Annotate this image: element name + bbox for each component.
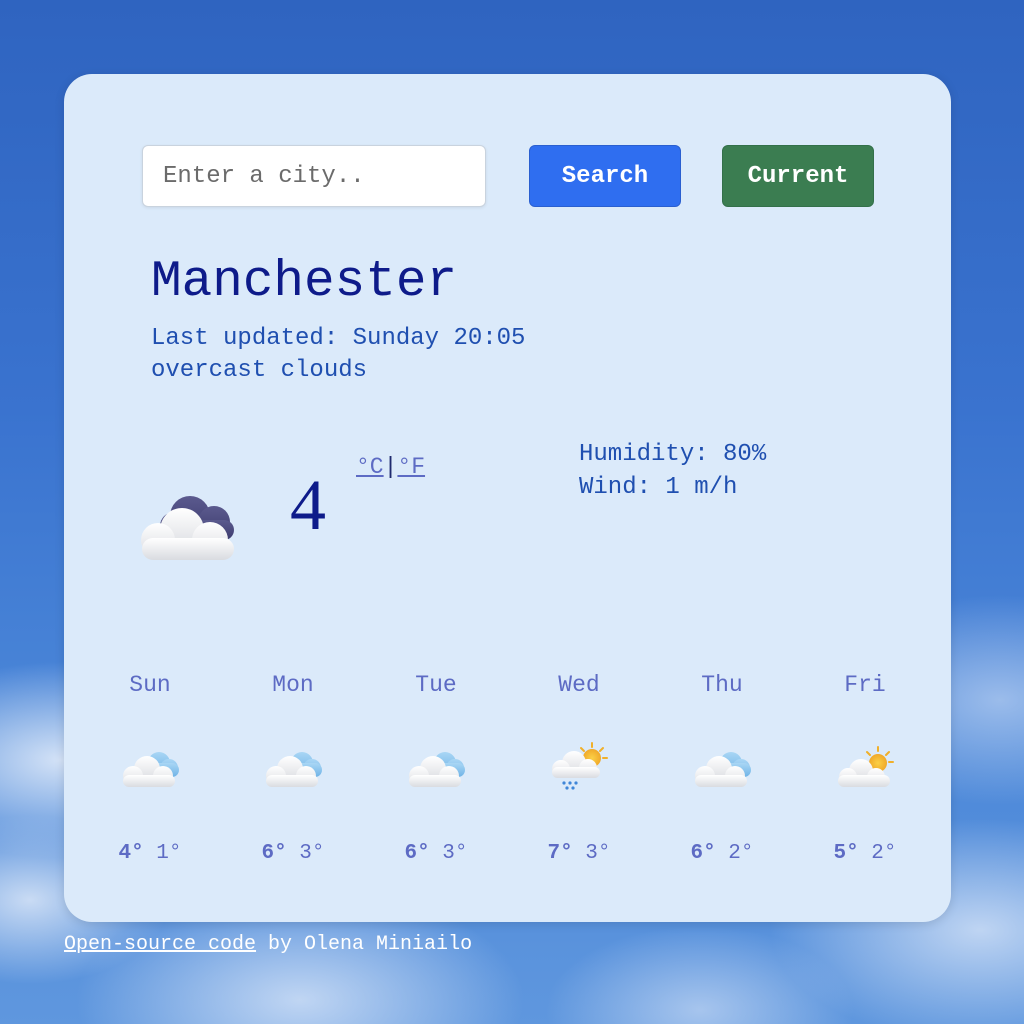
cloudy-icon [262,741,324,791]
cloudy-icon [691,741,753,791]
forecast-max-temp: 4° [118,842,144,865]
author-credit: by Olena Miniailo [256,933,473,956]
forecast-temperatures: 6° 3° [376,843,496,864]
forecast-day: Fri 5° 2° [805,672,925,865]
forecast-min-temp: 3° [442,842,468,865]
forecast-temperatures: 6° 2° [662,843,782,864]
forecast-day: Sun 4° 1° [90,672,210,865]
city-name: Manchester [151,254,458,311]
current-location-button[interactable]: Current [722,145,874,207]
forecast-day: Mon 6° 3° [233,672,353,865]
forecast-day-name: Mon [272,672,314,698]
overcast-clouds-icon [141,496,234,560]
forecast-temperatures: 4° 1° [90,843,210,864]
forecast-min-temp: 3° [585,842,611,865]
forecast-day: Tue 6° 3° [376,672,496,865]
forecast-temperatures: 6° 3° [233,843,353,864]
fahrenheit-link[interactable]: °F [397,454,425,480]
humidity: Humidity: 80% [579,441,767,468]
forecast-day-name: Thu [701,672,743,698]
unit-separator: | [383,454,398,480]
forecast-min-temp: 2° [871,842,897,865]
forecast-max-temp: 7° [547,842,573,865]
unit-toggle: °C|°F [356,454,425,480]
current-temperature: 4 [290,465,326,545]
cloudy-icon [119,741,181,791]
forecast-min-temp: 3° [299,842,325,865]
search-button[interactable]: Search [529,145,681,207]
forecast-max-temp: 6° [690,842,716,865]
forecast-temperatures: 5° 2° [805,843,925,864]
forecast-temperatures: 7° 3° [519,843,639,864]
forecast-min-temp: 2° [728,842,754,865]
forecast-day-name: Tue [415,672,457,698]
forecast-day: Wed 7° 3° [519,672,639,865]
weather-card: Search Current Manchester Last updated: … [64,74,951,922]
forecast-max-temp: 6° [261,842,287,865]
source-code-link[interactable]: Open-source code [64,933,256,956]
celsius-link[interactable]: °C [356,454,384,480]
forecast-min-temp: 1° [156,842,182,865]
forecast-day-name: Fri [844,672,886,698]
forecast-max-temp: 5° [833,842,859,865]
footer-credit: Open-source code by Olena Miniailo [64,933,472,956]
forecast-max-temp: 6° [404,842,430,865]
forecast-day-name: Wed [558,672,600,698]
forecast-day-name: Sun [129,672,171,698]
last-updated: Last updated: Sunday 20:05 [151,325,526,352]
rain-sun-icon [548,741,610,791]
cloudy-icon [405,741,467,791]
partly-sunny-icon [834,741,896,791]
forecast-day: Thu 6° 2° [662,672,782,865]
city-search-input[interactable] [142,145,486,207]
weather-description: overcast clouds [151,357,368,384]
wind-speed: Wind: 1 m/h [579,474,738,501]
